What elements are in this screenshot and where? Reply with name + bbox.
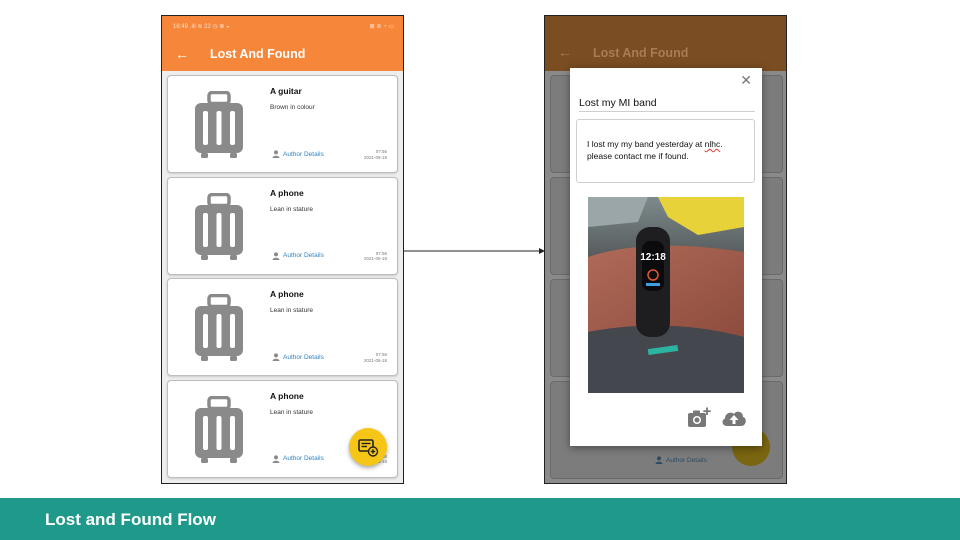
author-details-link[interactable]: Author Details bbox=[272, 251, 324, 260]
description-text: I lost my my band yesterday at bbox=[587, 139, 705, 149]
item-description: Lean in stature bbox=[270, 307, 314, 314]
item-description: Brown in colour bbox=[270, 104, 315, 111]
arrow-back-icon: ← bbox=[558, 44, 572, 60]
luggage-icon bbox=[195, 294, 243, 361]
item-date: 2021-05-18 bbox=[363, 154, 387, 160]
item-timestamp: 07:562021-05-18 bbox=[364, 251, 387, 262]
person-icon bbox=[272, 251, 280, 260]
person-icon bbox=[272, 454, 280, 463]
author-label: Author Details bbox=[283, 353, 324, 361]
svg-text:12:18: 12:18 bbox=[640, 252, 666, 263]
slide-footer: Lost and Found Flow bbox=[0, 498, 960, 540]
item-date: 2021-05-18 bbox=[363, 357, 387, 363]
app-bar-dimmed: ← Lost And Found bbox=[545, 16, 786, 71]
person-icon bbox=[272, 353, 280, 361]
phone-screen-dialog: ← Lost And Found Author Details ✕ Lost m… bbox=[544, 15, 787, 484]
luggage-icon bbox=[195, 91, 243, 158]
cloud-upload-icon[interactable] bbox=[721, 409, 747, 427]
app-bar: ← Lost And Found bbox=[162, 37, 403, 71]
add-post-icon bbox=[358, 439, 379, 457]
item-date: 2021-05-18 bbox=[363, 256, 387, 261]
person-icon bbox=[655, 456, 663, 464]
list-item[interactable]: A phone Lean in stature Author Details 07:5… bbox=[167, 176, 398, 275]
item-title: A phone bbox=[270, 289, 304, 299]
flow-arrow bbox=[404, 248, 545, 254]
app-title-dimmed: Lost And Found bbox=[593, 46, 689, 60]
description-misspelled-word: nlhc bbox=[704, 139, 721, 149]
phone-screen-list: 16:49 .ıll ≋ 22 ◷ ⊗ ◒ ⊠ ⊘ ◔ ▭ ← Lost And… bbox=[161, 15, 404, 484]
status-bar: 16:49 .ıll ≋ 22 ◷ ⊗ ◒ ⊠ ⊘ ◔ ▭ bbox=[162, 16, 403, 37]
author-details-link[interactable]: Author Details bbox=[272, 454, 324, 463]
item-title: A phone bbox=[270, 187, 304, 198]
status-left: 16:49 .ıll ≋ 22 ◷ ⊗ ◒ bbox=[173, 24, 230, 30]
item-description: Lean in stature bbox=[270, 408, 314, 416]
author-label-dimmed: Author Details bbox=[666, 456, 707, 464]
item-title: A phone bbox=[270, 390, 304, 401]
author-label: Author Details bbox=[283, 150, 324, 158]
attached-photo: 12:18 bbox=[588, 197, 744, 393]
slide: 16:49 .ıll ≋ 22 ◷ ⊗ ◒ ⊠ ⊘ ◔ ▭ ← Lost And… bbox=[0, 0, 960, 540]
list-item[interactable]: A phone Lean in stature Author Details 07:5… bbox=[167, 278, 398, 376]
author-details-dimmed: Author Details bbox=[655, 456, 707, 464]
close-icon[interactable]: ✕ bbox=[740, 72, 752, 89]
author-label: Author Details bbox=[283, 252, 324, 259]
person-icon bbox=[272, 150, 280, 158]
author-details-link[interactable]: Author Details bbox=[272, 353, 324, 361]
status-right: ⊠ ⊘ ◔ ▭ bbox=[369, 24, 394, 30]
item-description: Lean in stature bbox=[270, 205, 314, 213]
description-input[interactable]: I lost my my band yesterday at nlhc. ple… bbox=[576, 119, 755, 183]
add-photo-icon[interactable] bbox=[687, 407, 711, 429]
item-title: A guitar bbox=[270, 86, 302, 96]
arrow-back-icon[interactable]: ← bbox=[175, 46, 193, 62]
title-input[interactable]: Lost my MI band bbox=[579, 97, 755, 112]
slide-title: Lost and Found Flow bbox=[45, 510, 216, 529]
author-label: Author Details bbox=[283, 455, 324, 462]
item-list: A guitar Brown in colour Author Details 07:… bbox=[162, 71, 403, 478]
list-item[interactable]: A guitar Brown in colour Author Details 07:… bbox=[167, 75, 398, 173]
app-title: Lost And Found bbox=[210, 47, 306, 61]
add-post-button[interactable] bbox=[349, 428, 387, 466]
item-timestamp: 07:562021-05-18 bbox=[364, 352, 387, 363]
luggage-icon bbox=[195, 192, 243, 260]
new-post-dialog: ✕ Lost my MI band I lost my my band yest… bbox=[570, 68, 762, 446]
luggage-icon bbox=[195, 395, 243, 463]
author-details-link[interactable]: Author Details bbox=[272, 150, 324, 158]
item-timestamp: 07:562021-05-18 bbox=[364, 149, 387, 160]
